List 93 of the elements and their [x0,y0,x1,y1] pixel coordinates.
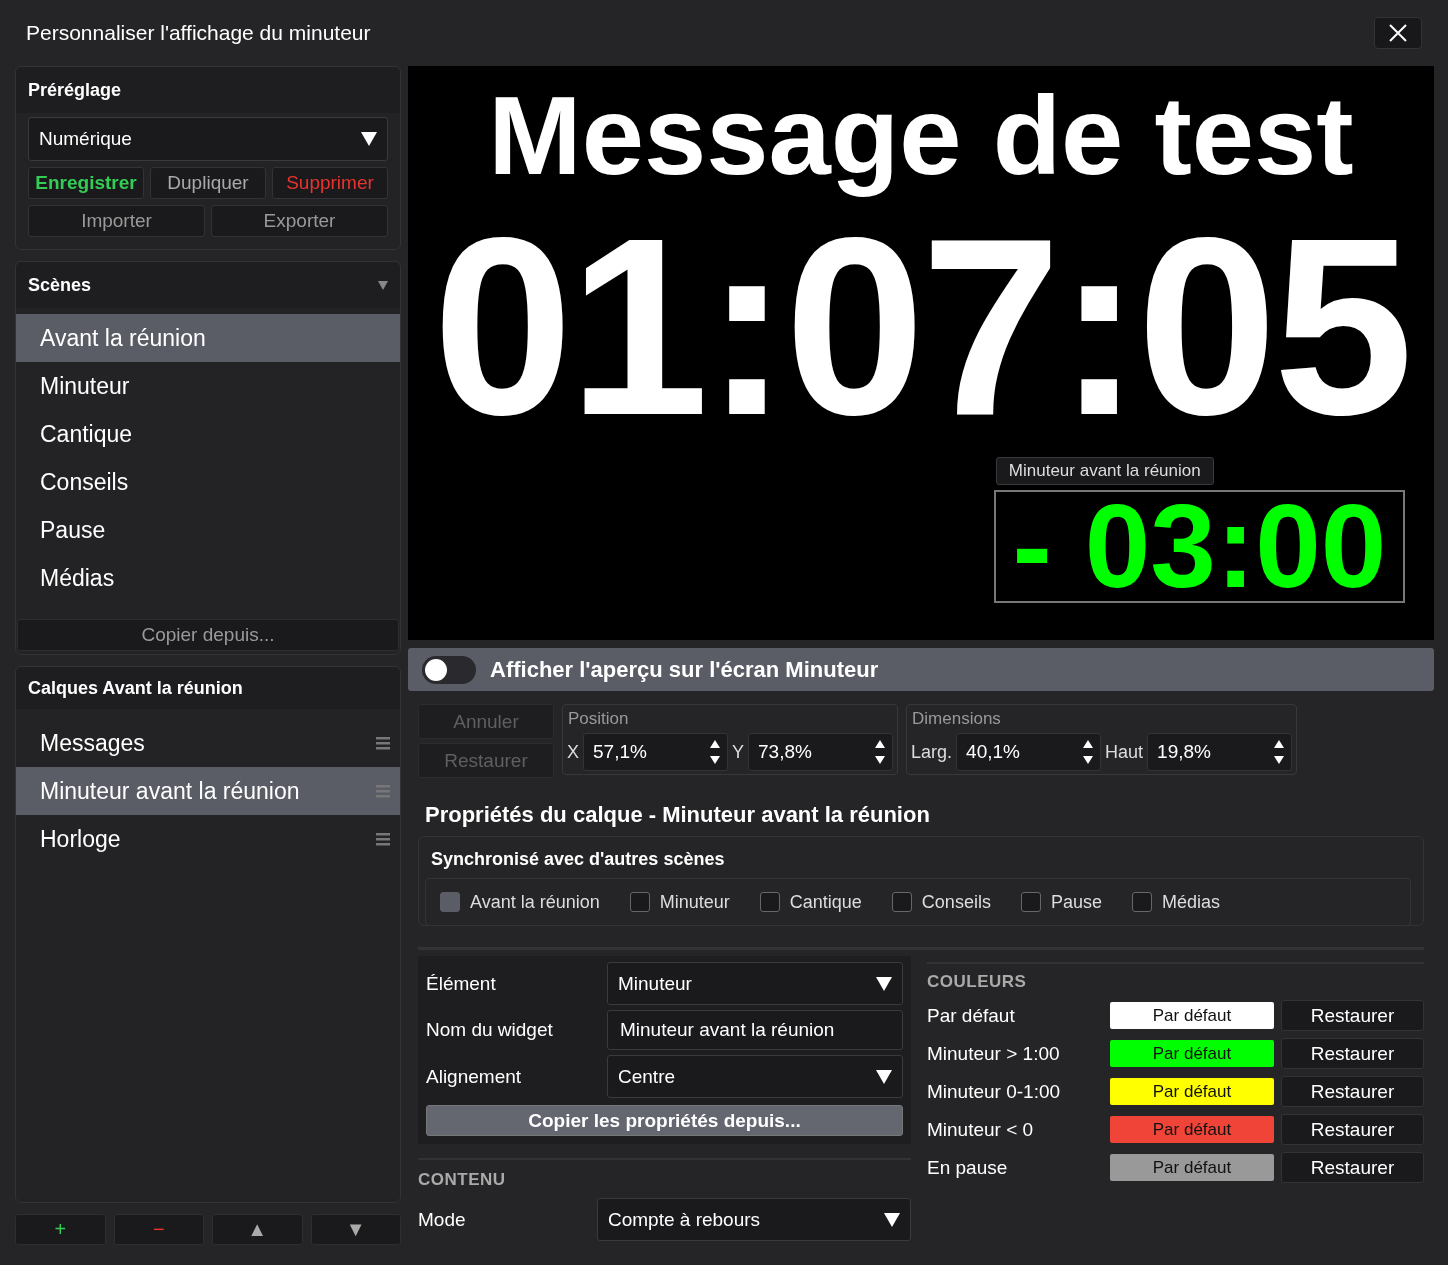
dropdown[interactable]: Centre [607,1055,903,1098]
scene-item[interactable]: Médias [16,554,400,602]
checkbox[interactable] [759,892,780,912]
color-swatch[interactable]: Par défaut [1110,1040,1274,1067]
drag-handle-icon[interactable] [376,784,390,798]
caret-icon [361,132,377,146]
group-title: Synchronisé avec d'autres scènes [431,849,726,870]
color-swatch[interactable]: Par défaut [1110,1002,1274,1029]
close-button[interactable] [1374,17,1422,49]
checkbox[interactable] [891,892,912,912]
drag-handle-icon[interactable] [376,832,390,846]
scene-item[interactable]: Minuteur [16,362,400,410]
color-label: Minuteur < 0 [927,1118,1035,1141]
caret-icon [876,976,892,991]
import-button[interactable]: Importer [28,205,205,237]
checkbox-label: Pause [1050,891,1102,913]
caret-icon [884,1212,900,1227]
field-label: Mode [418,1208,466,1231]
group-title: Position [567,709,630,730]
color-label: En pause [927,1156,1009,1179]
save-button[interactable]: Enregistrer [28,167,144,199]
preset-dropdown[interactable]: Numérique [28,117,388,161]
collapse-caret-icon[interactable] [378,280,388,290]
color-label: Minuteur > 1:00 [927,1042,1061,1065]
scene-item[interactable]: Pause [16,506,400,554]
export-button[interactable]: Exporter [211,205,388,237]
remove-button[interactable]: − [113,1214,204,1245]
copy-properties-button[interactable]: Copier les propriétés depuis... [426,1105,903,1136]
spin-field[interactable]: 57,1% [583,733,728,771]
toggle-label: Afficher l'aperçu sur l'écran Minuteur [490,656,879,683]
field-label: Haut [1105,741,1144,763]
checkbox[interactable] [629,892,650,912]
move-up-button[interactable]: ▲ [212,1214,303,1245]
scene-item[interactable]: Cantique [16,410,400,458]
spin-arrows-icon[interactable] [709,739,721,765]
move-down-button[interactable]: ▼ [310,1214,401,1245]
widget-label: Minuteur avant la réunion [995,456,1214,485]
color-label: Par défaut [927,1004,1016,1027]
copy-from-button[interactable]: Copier depuis... [17,619,399,651]
spin-arrows-icon[interactable] [1082,739,1095,765]
widget-countdown: - 03:00 [1012,487,1387,606]
section-title: CONTENU [418,1170,507,1190]
scene-item[interactable]: Avant la réunion [16,314,400,362]
close-icon [1388,23,1408,43]
section-title: COULEURS [927,972,1028,992]
preview-clock: 01:07:05 [432,200,1410,453]
caret-icon [876,1069,892,1084]
checkbox-label: Conseils [921,891,991,913]
field-label: Larg. [911,741,953,763]
checkbox-label: Minuteur [659,891,730,913]
add-button[interactable]: + [15,1214,106,1245]
color-label: Minuteur 0-1:00 [927,1080,1062,1103]
preview-message: Message de test [488,72,1354,200]
spin-field[interactable]: 40,1% [956,733,1102,771]
text-field[interactable]: Minuteur avant la réunion [607,1010,903,1050]
field-label: X [567,741,579,763]
checkbox-label: Médias [1161,891,1220,913]
reset-button[interactable]: Restaurer [1281,1076,1424,1107]
dropdown[interactable]: Compte à rebours [597,1198,911,1241]
scene-item[interactable]: Conseils [16,458,400,506]
panel-title: Préréglage [28,79,122,101]
panel-title: Scènes [28,274,92,296]
reset-button[interactable]: Restaurer [1281,1000,1424,1031]
spin-field[interactable]: 73,8% [748,733,894,771]
section-title: Propriétés du calque - Minuteur avant la réunion [425,802,931,828]
duplicate-button[interactable]: Dupliquer [150,167,266,199]
delete-button[interactable]: Supprimer [272,167,388,199]
checkbox[interactable] [1131,892,1152,912]
spin-field[interactable]: 19,8% [1147,733,1293,771]
dropdown[interactable]: Minuteur [607,962,903,1005]
toggle-switch[interactable] [422,655,476,684]
field-label: Nom du widget [426,1019,553,1041]
spin-arrows-icon[interactable] [1273,739,1286,765]
checkbox[interactable] [1020,892,1041,912]
reset-button[interactable]: Restaurer [1281,1038,1424,1069]
color-swatch[interactable]: Par défaut [1110,1116,1274,1143]
field-label: Y [732,741,745,763]
reset-button[interactable]: Restaurer [1281,1114,1424,1145]
window-title: Personnaliser l'affichage du minuteur [26,21,371,45]
layer-item[interactable]: Horloge [16,815,400,863]
group-title: Dimensions [911,709,1002,730]
color-swatch[interactable]: Par défaut [1110,1154,1274,1181]
checkbox-label: Cantique [789,891,862,913]
panel-title: Calques Avant la réunion [28,677,243,699]
spin-arrows-icon[interactable] [874,739,887,765]
checkbox-label: Avant la réunion [470,891,600,913]
field-label: Alignement [426,1065,522,1088]
field-label: Élément [426,972,496,995]
drag-handle-icon[interactable] [376,736,390,750]
reset-button[interactable]: Restaurer [1281,1152,1424,1183]
color-swatch[interactable]: Par défaut [1110,1078,1274,1105]
layer-item[interactable]: Minuteur avant la réunion [16,767,400,815]
layer-item[interactable]: Messages [16,719,400,767]
